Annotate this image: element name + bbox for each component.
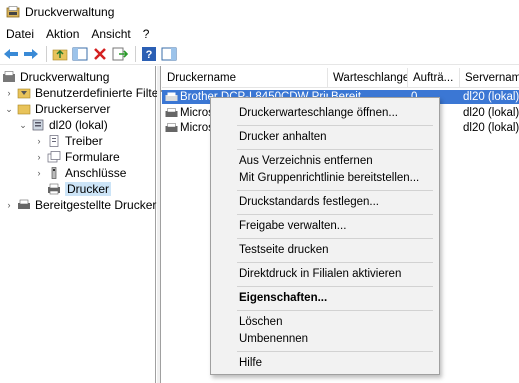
cell-printer-name: Micros	[180, 122, 214, 134]
tree-label: Anschlüsse	[65, 166, 127, 180]
menu-separator	[237, 214, 433, 215]
cell-server: dl20 (lokal)	[463, 91, 519, 103]
driver-icon	[47, 135, 61, 147]
menu-item-delete[interactable]: Löschen	[239, 314, 282, 330]
tree-item-servers[interactable]: ⌄ Druckerserver	[4, 101, 110, 117]
printer-icon	[165, 107, 178, 119]
printer-icon	[165, 122, 178, 134]
tree-item-drivers[interactable]: › Treiber	[34, 133, 103, 149]
svg-text:?: ?	[146, 49, 153, 61]
menu-item-pause-printer[interactable]: Drucker anhalten	[239, 129, 327, 145]
forward-icon[interactable]	[22, 45, 40, 63]
chevron-right-icon[interactable]: ›	[4, 200, 14, 210]
menu-help[interactable]: ?	[143, 27, 150, 41]
tree-label: Drucker	[65, 182, 112, 196]
chevron-right-icon[interactable]: ›	[4, 88, 14, 98]
tree-item-ports[interactable]: › Anschlüsse	[34, 165, 127, 181]
back-icon[interactable]	[2, 45, 20, 63]
column-header-server[interactable]: Servername	[460, 68, 519, 88]
tree-label: dl20 (lokal)	[49, 118, 108, 132]
menu-item-remove-from-directory[interactable]: Aus Verzeichnis entfernen	[239, 153, 373, 169]
tree-item-server[interactable]: ⌄ dl20 (lokal)	[18, 117, 108, 133]
chevron-down-icon[interactable]: ⌄	[18, 120, 28, 131]
chevron-right-icon[interactable]: ›	[34, 136, 44, 146]
menu-item-rename[interactable]: Umbenennen	[239, 331, 308, 347]
filter-folder-icon	[17, 87, 31, 99]
menu-item-properties[interactable]: Eigenschaften...	[239, 290, 327, 306]
export-icon[interactable]	[111, 45, 129, 63]
chevron-down-icon[interactable]: ⌄	[4, 104, 14, 115]
menu-separator	[237, 190, 433, 191]
tree-pane: Druckverwaltung › Benutzerdefinierte Fil…	[0, 66, 162, 383]
tree-label: Druckerserver	[35, 102, 111, 116]
title-bar: Druckverwaltung	[0, 0, 519, 24]
tree-item-printers[interactable]: Drucker	[47, 181, 112, 197]
list-header: Druckername Warteschlange... Aufträ... S…	[162, 68, 519, 88]
menu-item-print-defaults[interactable]: Druckstandards festlegen...	[239, 194, 379, 210]
chevron-right-icon[interactable]: ›	[34, 168, 44, 178]
port-icon	[47, 167, 61, 179]
cell-printer-name: Micros	[180, 107, 214, 119]
printer-icon	[17, 199, 31, 211]
tree-label: Druckverwaltung	[20, 70, 110, 84]
toolbar-separator	[135, 45, 136, 62]
column-header-queue[interactable]: Warteschlange...	[328, 68, 408, 88]
print-management-icon	[6, 6, 20, 18]
help-icon[interactable]: ?	[140, 45, 158, 63]
toolbar: ?	[0, 43, 519, 65]
tree-item-forms[interactable]: › Formulare	[34, 149, 120, 165]
print-management-icon	[2, 71, 16, 83]
toolbar-separator	[46, 45, 47, 62]
menu-item-deploy-gpo[interactable]: Mit Gruppenrichtlinie bereitstellen...	[239, 170, 419, 186]
tree-label: Treiber	[65, 134, 103, 148]
menu-item-branch-office-direct-print[interactable]: Direktdruck in Filialen aktivieren	[239, 266, 401, 282]
menu-item-open-queue[interactable]: Druckerwarteschlange öffnen...	[239, 105, 398, 121]
printer-icon	[165, 92, 178, 103]
server-icon	[31, 119, 45, 131]
server-folder-icon	[17, 103, 31, 115]
column-header-name[interactable]: Druckername	[162, 68, 328, 88]
context-menu: Druckerwarteschlange öffnen... Drucker a…	[210, 97, 440, 375]
printer-icon	[47, 183, 61, 195]
tree-item-filters[interactable]: › Benutzerdefinierte Filter	[4, 85, 163, 101]
tree-label: Formulare	[65, 150, 120, 164]
menu-separator	[237, 125, 433, 126]
window-title: Druckverwaltung	[25, 5, 115, 19]
menu-separator	[237, 149, 433, 150]
tree-item-deployed[interactable]: › Bereitgestellte Drucker	[4, 197, 157, 213]
menu-ansicht[interactable]: Ansicht	[91, 27, 130, 41]
up-folder-icon[interactable]	[51, 45, 69, 63]
cell-server: dl20 (lokal)	[463, 107, 519, 119]
properties-pane-icon[interactable]	[160, 45, 178, 63]
show-hide-tree-icon[interactable]	[71, 45, 89, 63]
menu-datei[interactable]: Datei	[6, 27, 34, 41]
tree-item-root[interactable]: Druckverwaltung	[2, 69, 109, 85]
tree-label: Bereitgestellte Drucker	[35, 198, 157, 212]
menu-item-manage-sharing[interactable]: Freigabe verwalten...	[239, 218, 346, 234]
menu-bar: Datei Aktion Ansicht ?	[0, 24, 519, 43]
menu-separator	[237, 238, 433, 239]
menu-aktion[interactable]: Aktion	[46, 27, 79, 41]
chevron-right-icon[interactable]: ›	[34, 152, 44, 162]
menu-item-print-test-page[interactable]: Testseite drucken	[239, 242, 329, 258]
cell-server: dl20 (lokal)	[463, 122, 519, 134]
delete-icon[interactable]	[91, 45, 109, 63]
pane-splitter[interactable]	[157, 66, 161, 383]
column-header-jobs[interactable]: Aufträ...	[408, 68, 460, 88]
menu-item-help[interactable]: Hilfe	[239, 355, 262, 371]
tree-label: Benutzerdefinierte Filter	[35, 86, 163, 100]
forms-icon	[47, 151, 61, 163]
menu-separator	[237, 310, 433, 311]
menu-separator	[237, 286, 433, 287]
menu-separator	[237, 262, 433, 263]
menu-separator	[237, 351, 433, 352]
